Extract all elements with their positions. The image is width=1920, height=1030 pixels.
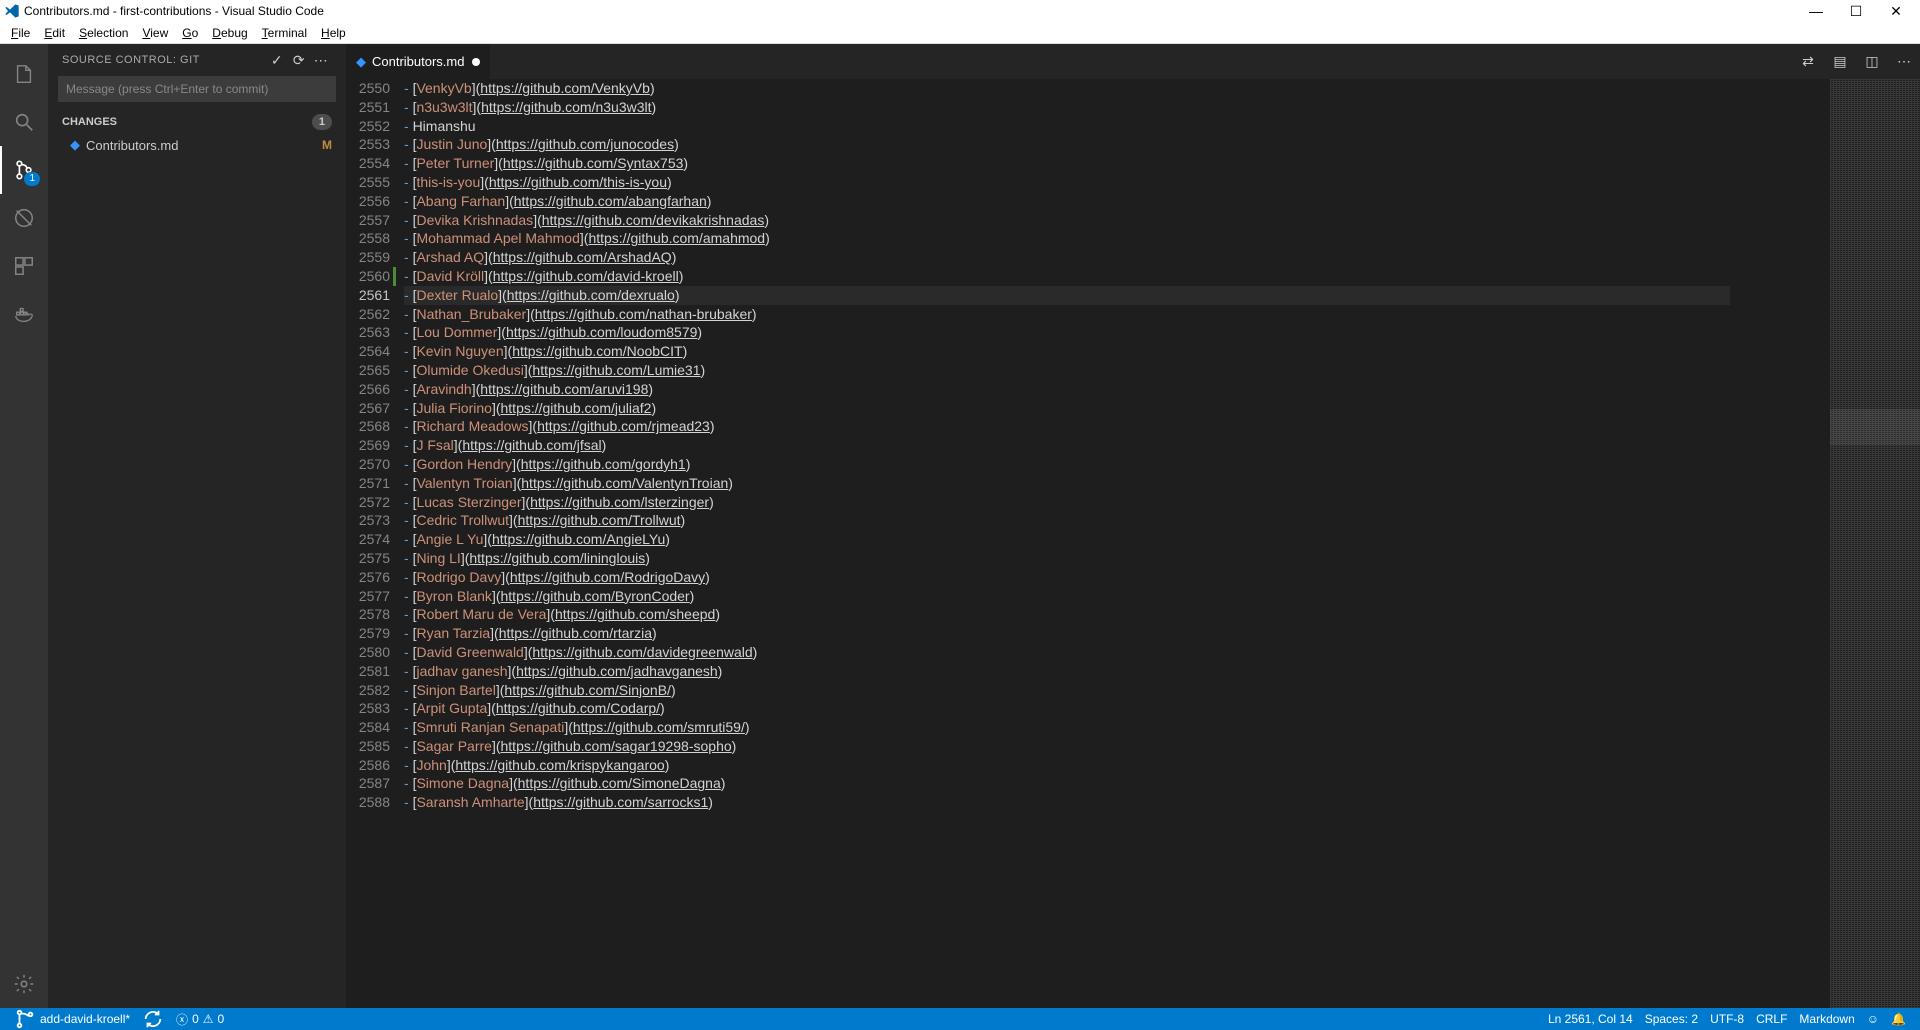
commit-message-container (58, 76, 336, 102)
menu-terminal[interactable]: Terminal (255, 26, 314, 40)
menu-go[interactable]: Go (175, 26, 205, 40)
status-sync[interactable] (136, 1008, 170, 1030)
menu-selection[interactable]: Selection (72, 26, 135, 40)
editor-area: ◆ Contributors.md ⇄ ▤ ◫ ⋯ 25502551255225… (346, 44, 1920, 1008)
changed-file-name: Contributors.md (86, 138, 322, 153)
window-title: Contributors.md - first-contributions - … (24, 4, 1796, 18)
dirty-indicator-icon (472, 58, 480, 66)
debug-icon[interactable] (0, 194, 48, 242)
changed-file-status: M (322, 138, 332, 152)
tab-label: Contributors.md (372, 54, 464, 69)
menu-view[interactable]: View (135, 26, 175, 40)
status-feedback-icon[interactable]: ☺ (1861, 1012, 1885, 1026)
main-area: 1 SOURCE CONTROL: GIT ✓ ⟳ ⋯ CHANGES 1 (0, 44, 1920, 1008)
close-button[interactable]: ✕ (1876, 3, 1916, 20)
status-bar: add-david-kroell* ⓧ0 ⚠0 Ln 2561, Col 14 … (0, 1008, 1920, 1030)
editor-more-icon[interactable]: ⋯ (1888, 44, 1920, 79)
status-eol[interactable]: CRLF (1750, 1012, 1793, 1026)
vscode-logo-icon (4, 3, 20, 19)
markdown-file-icon: ◆ (70, 137, 80, 153)
status-spaces[interactable]: Spaces: 2 (1639, 1012, 1704, 1026)
menu-help[interactable]: Help (314, 26, 353, 40)
settings-gear-icon[interactable] (0, 960, 48, 1008)
open-preview-icon[interactable]: ▤ (1824, 44, 1856, 79)
warning-icon: ⚠ (203, 1012, 214, 1026)
changes-section-header[interactable]: CHANGES 1 (48, 110, 346, 134)
branch-name: add-david-kroell* (40, 1012, 130, 1026)
sync-icon (142, 1008, 164, 1030)
changes-label: CHANGES (62, 116, 312, 128)
status-bell-icon[interactable]: 🔔 (1885, 1012, 1912, 1026)
menu-file[interactable]: File (4, 26, 37, 40)
status-branch[interactable]: add-david-kroell* (8, 1008, 136, 1030)
code-content[interactable]: - [VenkyVb](https://github.com/VenkyVb)-… (404, 79, 1830, 1008)
compare-changes-icon[interactable]: ⇄ (1792, 44, 1824, 79)
scm-sidebar: SOURCE CONTROL: GIT ✓ ⟳ ⋯ CHANGES 1 ◆ Co… (48, 44, 346, 1008)
error-count: 0 (192, 1012, 199, 1026)
scm-header: SOURCE CONTROL: GIT ✓ ⟳ ⋯ (48, 44, 346, 76)
status-language[interactable]: Markdown (1793, 1012, 1860, 1026)
scm-badge: 1 (24, 172, 40, 186)
menu-debug[interactable]: Debug (205, 26, 254, 40)
git-branch-icon (14, 1008, 36, 1030)
minimap-viewport[interactable] (1830, 409, 1920, 445)
error-icon: ⓧ (176, 1011, 188, 1028)
more-icon[interactable]: ⋯ (310, 52, 332, 69)
menu-bar: File Edit Selection View Go Debug Termin… (0, 22, 1920, 44)
status-problems[interactable]: ⓧ 0 ⚠ 0 (170, 1011, 230, 1028)
source-control-icon[interactable]: 1 (0, 146, 48, 194)
status-encoding[interactable]: UTF-8 (1704, 1012, 1750, 1026)
tab-contributors[interactable]: ◆ Contributors.md (346, 44, 491, 79)
extensions-icon[interactable] (0, 242, 48, 290)
warning-count: 0 (218, 1012, 225, 1026)
changes-count: 1 (312, 114, 332, 130)
search-icon[interactable] (0, 98, 48, 146)
line-number-gutter: 2550255125522553255425552556255725582559… (346, 79, 404, 1008)
status-linecol[interactable]: Ln 2561, Col 14 (1542, 1012, 1639, 1026)
code-editor[interactable]: 2550255125522553255425552556255725582559… (346, 79, 1920, 1008)
split-editor-icon[interactable]: ◫ (1856, 44, 1888, 79)
minimap-content (1830, 79, 1920, 1008)
editor-tabs: ◆ Contributors.md ⇄ ▤ ◫ ⋯ (346, 44, 1920, 79)
commit-check-icon[interactable]: ✓ (266, 52, 288, 69)
docker-icon[interactable] (0, 290, 48, 338)
maximize-button[interactable]: ☐ (1836, 3, 1876, 20)
explorer-icon[interactable] (0, 50, 48, 98)
refresh-icon[interactable]: ⟳ (288, 52, 310, 69)
window-title-bar: Contributors.md - first-contributions - … (0, 0, 1920, 22)
minimap[interactable] (1830, 79, 1920, 1008)
commit-message-input[interactable] (58, 76, 336, 102)
minimize-button[interactable]: — (1796, 3, 1836, 19)
activity-bar: 1 (0, 44, 48, 1008)
menu-edit[interactable]: Edit (37, 26, 72, 40)
scm-header-title: SOURCE CONTROL: GIT (62, 54, 266, 66)
changed-file-row[interactable]: ◆ Contributors.md M (48, 134, 346, 156)
